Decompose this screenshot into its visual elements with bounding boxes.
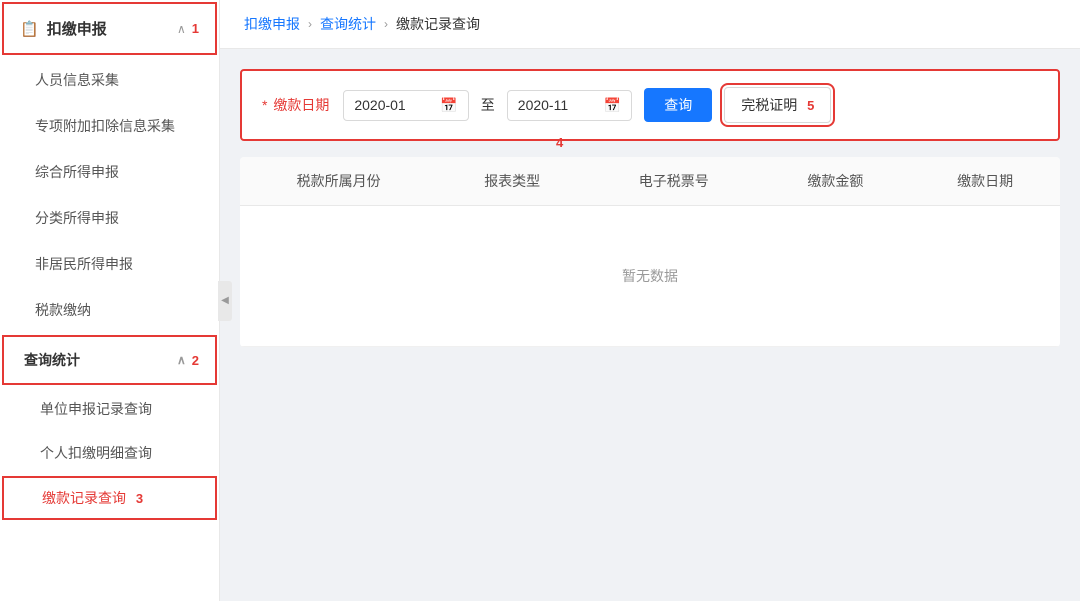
sidebar-item-comprehensive[interactable]: 综合所得申报 <box>0 149 219 195</box>
sidebar-query-section[interactable]: 查询统计 ∧ 2 <box>2 335 217 385</box>
collapse-arrow-icon: ◀ <box>221 295 229 306</box>
date-from-input[interactable]: 📅 <box>343 90 468 121</box>
main-content: 扣缴申报 › 查询统计 › 缴款记录查询 * 缴款日期 📅 至 📅 查询 完税证… <box>220 0 1080 601</box>
badge-5: 5 <box>807 98 814 113</box>
sidebar-item-comprehensive-label: 综合所得申报 <box>35 164 119 180</box>
sidebar-item-personal-detail[interactable]: 个人扣缴明细查询 <box>0 431 219 475</box>
sidebar-collapse-button[interactable]: ◀ <box>218 281 232 321</box>
breadcrumb-current: 缴款记录查询 <box>396 14 480 34</box>
sidebar-item-unit-label: 单位申报记录查询 <box>40 401 152 417</box>
date-range-separator: 至 <box>481 95 495 115</box>
breadcrumb-sep-2: › <box>384 17 388 31</box>
col-header-month: 税款所属月份 <box>240 157 437 206</box>
sidebar-item-personnel[interactable]: 人员信息采集 <box>0 57 219 103</box>
calendar-from-icon: 📅 <box>440 97 457 114</box>
data-table-container: 税款所属月份 报表类型 电子税票号 缴款金额 缴款日期 暂无数据 <box>240 157 1060 347</box>
cert-button[interactable]: 完税证明 5 <box>724 87 831 123</box>
sidebar: 📋 扣缴申报 ∧ 1 人员信息采集 专项附加扣除信息采集 综合所得申报 分类所得… <box>0 0 220 601</box>
cert-button-label: 完税证明 <box>741 97 797 113</box>
payment-records-table: 税款所属月份 报表类型 电子税票号 缴款金额 缴款日期 暂无数据 <box>240 157 1060 347</box>
sidebar-item-unit-record[interactable]: 单位申报记录查询 <box>0 387 219 431</box>
col-header-ticket: 电子税票号 <box>587 157 761 206</box>
calendar-to-icon: 📅 <box>604 97 621 114</box>
breadcrumb-sep-1: › <box>308 17 312 31</box>
sidebar-item-tax-payment-label: 税款缴纳 <box>35 302 91 318</box>
badge-1: 1 <box>192 21 199 36</box>
col-header-amount: 缴款金额 <box>761 157 911 206</box>
badge-3: 3 <box>136 491 143 506</box>
sidebar-item-personnel-label: 人员信息采集 <box>35 72 119 88</box>
sidebar-item-non-resident-label: 非居民所得申报 <box>35 256 133 272</box>
sidebar-item-special-deduction[interactable]: 专项附加扣除信息采集 <box>0 103 219 149</box>
col-header-date: 缴款日期 <box>910 157 1060 206</box>
sidebar-item-classified-label: 分类所得申报 <box>35 210 119 226</box>
sidebar-item-tax-payment[interactable]: 税款缴纳 <box>0 287 219 333</box>
sidebar-item-classified[interactable]: 分类所得申报 <box>0 195 219 241</box>
table-empty-row: 暂无数据 <box>240 206 1060 347</box>
date-to-input[interactable]: 📅 <box>507 90 632 121</box>
badge-4: 4 <box>556 135 563 150</box>
filter-bar: * 缴款日期 📅 至 📅 查询 完税证明 5 4 <box>240 69 1060 141</box>
chevron-up-icon-2: ∧ <box>177 353 186 367</box>
chevron-up-icon: ∧ <box>177 22 186 36</box>
sidebar-item-payment-record[interactable]: 缴款记录查询 3 <box>2 476 217 520</box>
empty-text: 暂无数据 <box>240 206 1060 347</box>
date-filter-label: * 缴款日期 <box>262 95 331 115</box>
sidebar-item-non-resident[interactable]: 非居民所得申报 <box>0 241 219 287</box>
sidebar-item-payment-label: 缴款记录查询 <box>42 490 126 506</box>
sidebar-query-label: 查询统计 <box>24 350 177 370</box>
breadcrumb: 扣缴申报 › 查询统计 › 缴款记录查询 <box>220 0 1080 49</box>
required-mark: * <box>262 97 271 113</box>
document-icon: 📋 <box>20 20 39 38</box>
sidebar-item-special-label: 专项附加扣除信息采集 <box>35 118 175 134</box>
content-area: * 缴款日期 📅 至 📅 查询 完税证明 5 4 <box>220 49 1080 601</box>
query-button[interactable]: 查询 <box>644 88 712 122</box>
sidebar-main-label: 扣缴申报 <box>47 18 177 39</box>
date-from-field[interactable] <box>354 97 434 113</box>
breadcrumb-item-1[interactable]: 扣缴申报 <box>244 14 300 34</box>
breadcrumb-item-2[interactable]: 查询统计 <box>320 14 376 34</box>
sidebar-main-section[interactable]: 📋 扣缴申报 ∧ 1 <box>2 2 217 55</box>
sidebar-item-personal-label: 个人扣缴明细查询 <box>40 445 152 461</box>
date-to-field[interactable] <box>518 97 598 113</box>
badge-2: 2 <box>192 353 199 368</box>
table-header-row: 税款所属月份 报表类型 电子税票号 缴款金额 缴款日期 <box>240 157 1060 206</box>
col-header-type: 报表类型 <box>437 157 587 206</box>
